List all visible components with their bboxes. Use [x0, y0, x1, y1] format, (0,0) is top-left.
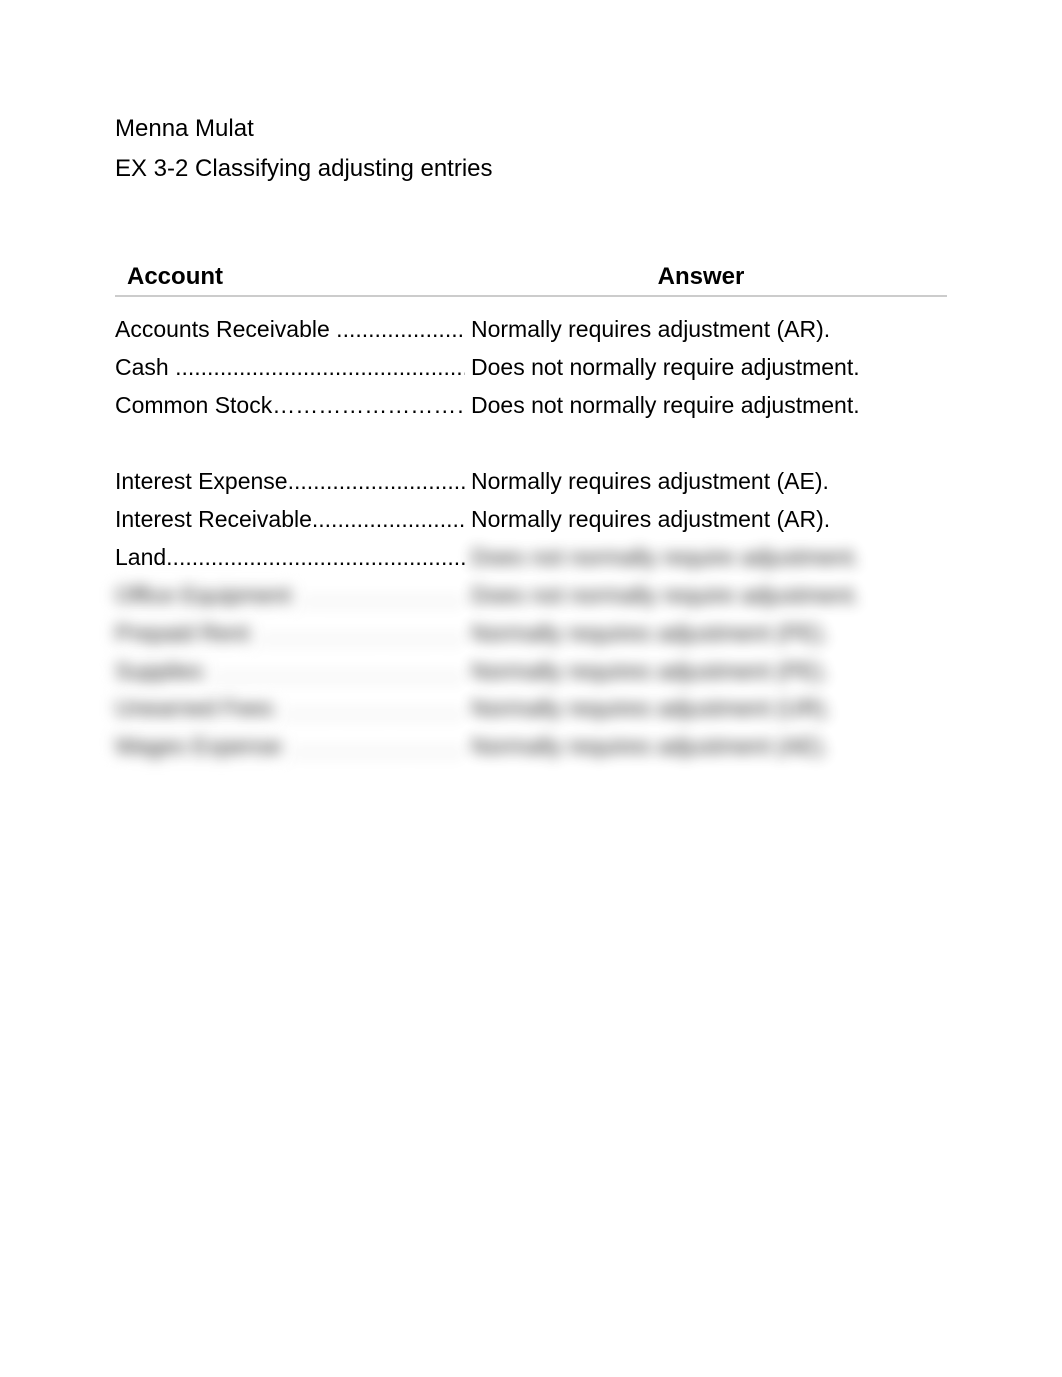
leader-dots: ............................. [282, 733, 465, 759]
cell-answer: Does not normally require adjustment. [465, 577, 947, 615]
cell-account: Office Equipment .......................… [115, 577, 465, 615]
account-label: Cash [115, 354, 169, 380]
leader-dots: .................................. [249, 620, 465, 646]
account-label: Wages Expense [115, 733, 282, 759]
account-label: Prepaid Rent [115, 620, 249, 646]
table-body-group-2: Interest Expense........................… [115, 463, 947, 767]
cell-answer: Normally requires adjustment (PE). [465, 653, 947, 691]
leader-dots: ............................ [312, 506, 465, 532]
document-title: EX 3-2 Classifying adjusting entries [115, 155, 947, 183]
cell-account: Common Stock……………………… [115, 387, 465, 425]
table-row: Wages Expense ..........................… [115, 728, 947, 766]
table-row: Prepaid Rent ...........................… [115, 615, 947, 653]
cell-account: Supplies ...............................… [115, 653, 465, 691]
cell-answer: Normally requires adjustment (PE). [465, 615, 947, 653]
leader-dots: ......................... [330, 316, 465, 342]
cell-answer: Normally requires adjustment (AE). [465, 463, 947, 501]
table-row: Accounts Receivable ....................… [115, 311, 947, 349]
cell-account: Wages Expense ..........................… [115, 728, 465, 766]
leader-dots: ........................................… [203, 658, 465, 684]
leader-dots: ........................................… [169, 354, 465, 380]
account-label: Office Equipment [115, 582, 291, 608]
table-row: Cash ...................................… [115, 349, 947, 387]
table-row: Interest Receivable.....................… [115, 501, 947, 539]
table-header: Account Answer [115, 263, 947, 297]
document-page: Menna Mulat EX 3-2 Classifying adjusting… [0, 0, 1062, 766]
leader-dots: ……………………… [272, 392, 465, 418]
table-row: Unearned Fees ..........................… [115, 690, 947, 728]
leader-dots: .............................. [274, 695, 465, 721]
column-header-account: Account [115, 263, 455, 291]
account-label: Interest Receivable [115, 506, 312, 532]
account-label: Interest Expense [115, 468, 288, 494]
account-label: Unearned Fees [115, 695, 274, 721]
cell-answer: Normally requires adjustment (AE). [465, 728, 947, 766]
cell-account: Prepaid Rent ...........................… [115, 615, 465, 653]
cell-account: Land....................................… [115, 539, 465, 577]
cell-answer: Normally requires adjustment (AR). [465, 311, 947, 349]
row-gap [115, 425, 947, 463]
table-row: Interest Expense........................… [115, 463, 947, 501]
table-body-group-1: Accounts Receivable ....................… [115, 311, 947, 425]
account-label: Common Stock [115, 392, 272, 418]
cell-answer: Does not normally require adjustment. [465, 387, 947, 425]
table-row: Supplies ...............................… [115, 653, 947, 691]
leader-dots: ........................................… [166, 544, 465, 570]
account-label: Supplies [115, 658, 203, 684]
column-header-answer: Answer [455, 263, 947, 291]
table-row: Office Equipment .......................… [115, 577, 947, 615]
account-label: Land [115, 544, 166, 570]
leader-dots: ........................... [291, 582, 465, 608]
cell-answer: Does not normally require adjustment. [465, 539, 947, 577]
cell-answer: Does not normally require adjustment. [465, 349, 947, 387]
cell-account: Interest Receivable.....................… [115, 501, 465, 539]
leader-dots: ............................... [288, 468, 465, 494]
cell-answer: Normally requires adjustment (AR). [465, 501, 947, 539]
author-name: Menna Mulat [115, 115, 947, 143]
cell-answer: Normally requires adjustment (UR). [465, 690, 947, 728]
cell-account: Interest Expense........................… [115, 463, 465, 501]
table-row: Common Stock……………………… Does not normally … [115, 387, 947, 425]
account-label: Accounts Receivable [115, 316, 330, 342]
cell-account: Accounts Receivable ....................… [115, 311, 465, 349]
cell-account: Cash ...................................… [115, 349, 465, 387]
table-row: Land....................................… [115, 539, 947, 577]
cell-account: Unearned Fees ..........................… [115, 690, 465, 728]
